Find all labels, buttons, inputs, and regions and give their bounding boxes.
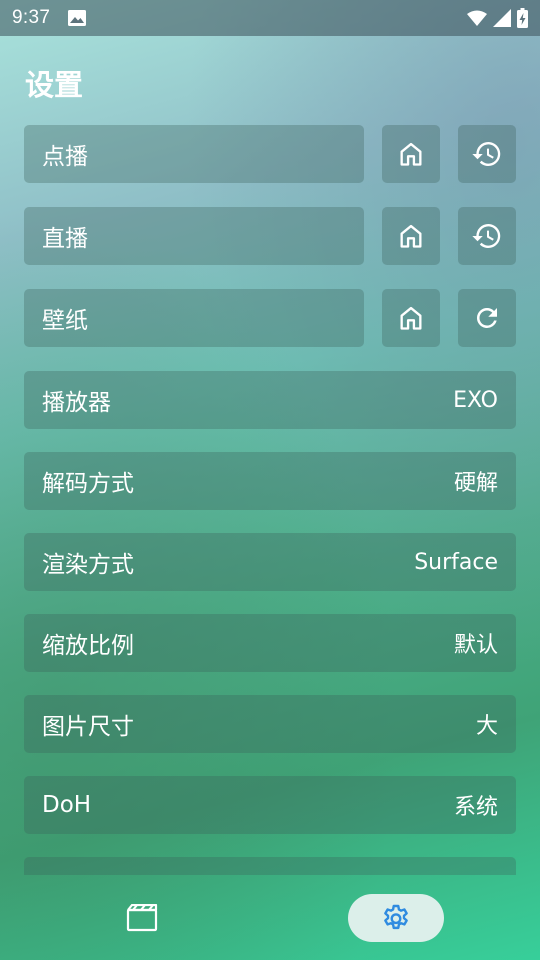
setting-row-scale: 缩放比例 默认 <box>24 614 516 672</box>
decode-label: 解码方式 <box>42 471 134 497</box>
history-icon <box>472 142 501 166</box>
live-history-button[interactable] <box>458 207 516 265</box>
render-setting[interactable]: 渲染方式 Surface <box>24 533 516 591</box>
nav-vod-tab[interactable] <box>126 903 158 936</box>
setting-row-vod: 点播 <box>24 125 516 183</box>
wallpaper-refresh-button[interactable] <box>458 289 516 347</box>
image-size-value: 大 <box>475 714 498 739</box>
live-source-button[interactable]: 直播 <box>24 207 364 265</box>
image-size-label: 图片尺寸 <box>42 714 134 740</box>
doh-label: DoH <box>42 792 92 818</box>
image-size-setting[interactable]: 图片尺寸 大 <box>24 695 516 753</box>
scale-label: 缩放比例 <box>42 633 134 659</box>
status-time: 9:37 <box>12 7 51 28</box>
wallpaper-home-button[interactable] <box>382 289 440 347</box>
battery-icon <box>517 8 528 28</box>
setting-row-live: 直播 <box>24 207 516 265</box>
vod-label: 点播 <box>42 144 88 170</box>
home-icon <box>400 306 422 330</box>
player-setting[interactable]: 播放器 EXO <box>24 371 516 429</box>
render-label: 渲染方式 <box>42 552 134 578</box>
doh-setting[interactable]: DoH 系统 <box>24 776 516 834</box>
refresh-icon <box>476 308 497 328</box>
image-icon <box>68 10 87 26</box>
live-label: 直播 <box>42 226 88 252</box>
wallpaper-source-button[interactable]: 壁纸 <box>24 289 364 347</box>
doh-value: 系统 <box>453 795 498 820</box>
setting-row-image-size: 图片尺寸 大 <box>24 695 516 753</box>
live-home-button[interactable] <box>382 207 440 265</box>
render-value: Surface <box>414 549 498 575</box>
history-icon <box>472 224 501 248</box>
setting-row-decode: 解码方式 硬解 <box>24 452 516 510</box>
player-label: 播放器 <box>42 390 111 416</box>
nav-settings-tab[interactable] <box>348 894 444 942</box>
setting-row-partial: 播放 <box>24 857 516 875</box>
vod-source-button[interactable]: 点播 <box>24 125 364 183</box>
setting-row-render: 渲染方式 Surface <box>24 533 516 591</box>
partial-setting[interactable]: 播放 <box>24 857 516 875</box>
setting-row-wallpaper: 壁纸 <box>24 289 516 347</box>
film-icon <box>126 903 158 932</box>
vod-home-button[interactable] <box>382 125 440 183</box>
signal-icon <box>493 9 511 27</box>
player-value: EXO <box>453 387 498 413</box>
scale-value: 默认 <box>453 633 498 658</box>
wifi-icon <box>467 10 487 26</box>
decode-setting[interactable]: 解码方式 硬解 <box>24 452 516 510</box>
settings-list[interactable]: 点播 直播 壁纸 播放器 EXO 解码方式 硬解 渲染方式 Surface 缩放… <box>24 125 516 875</box>
home-icon <box>400 224 422 248</box>
home-icon <box>400 142 422 166</box>
wallpaper-label: 壁纸 <box>42 308 88 334</box>
page-title: 设置 <box>25 68 84 102</box>
setting-row-player: 播放器 EXO <box>24 371 516 429</box>
setting-row-doh: DoH 系统 <box>24 776 516 834</box>
decode-value: 硬解 <box>453 471 498 496</box>
vod-history-button[interactable] <box>458 125 516 183</box>
status-bar: 9:37 <box>0 0 540 36</box>
scale-setting[interactable]: 缩放比例 默认 <box>24 614 516 672</box>
bottom-navigation <box>0 876 540 960</box>
settings-icon <box>384 904 408 930</box>
partial-label: 播放 <box>42 871 88 875</box>
